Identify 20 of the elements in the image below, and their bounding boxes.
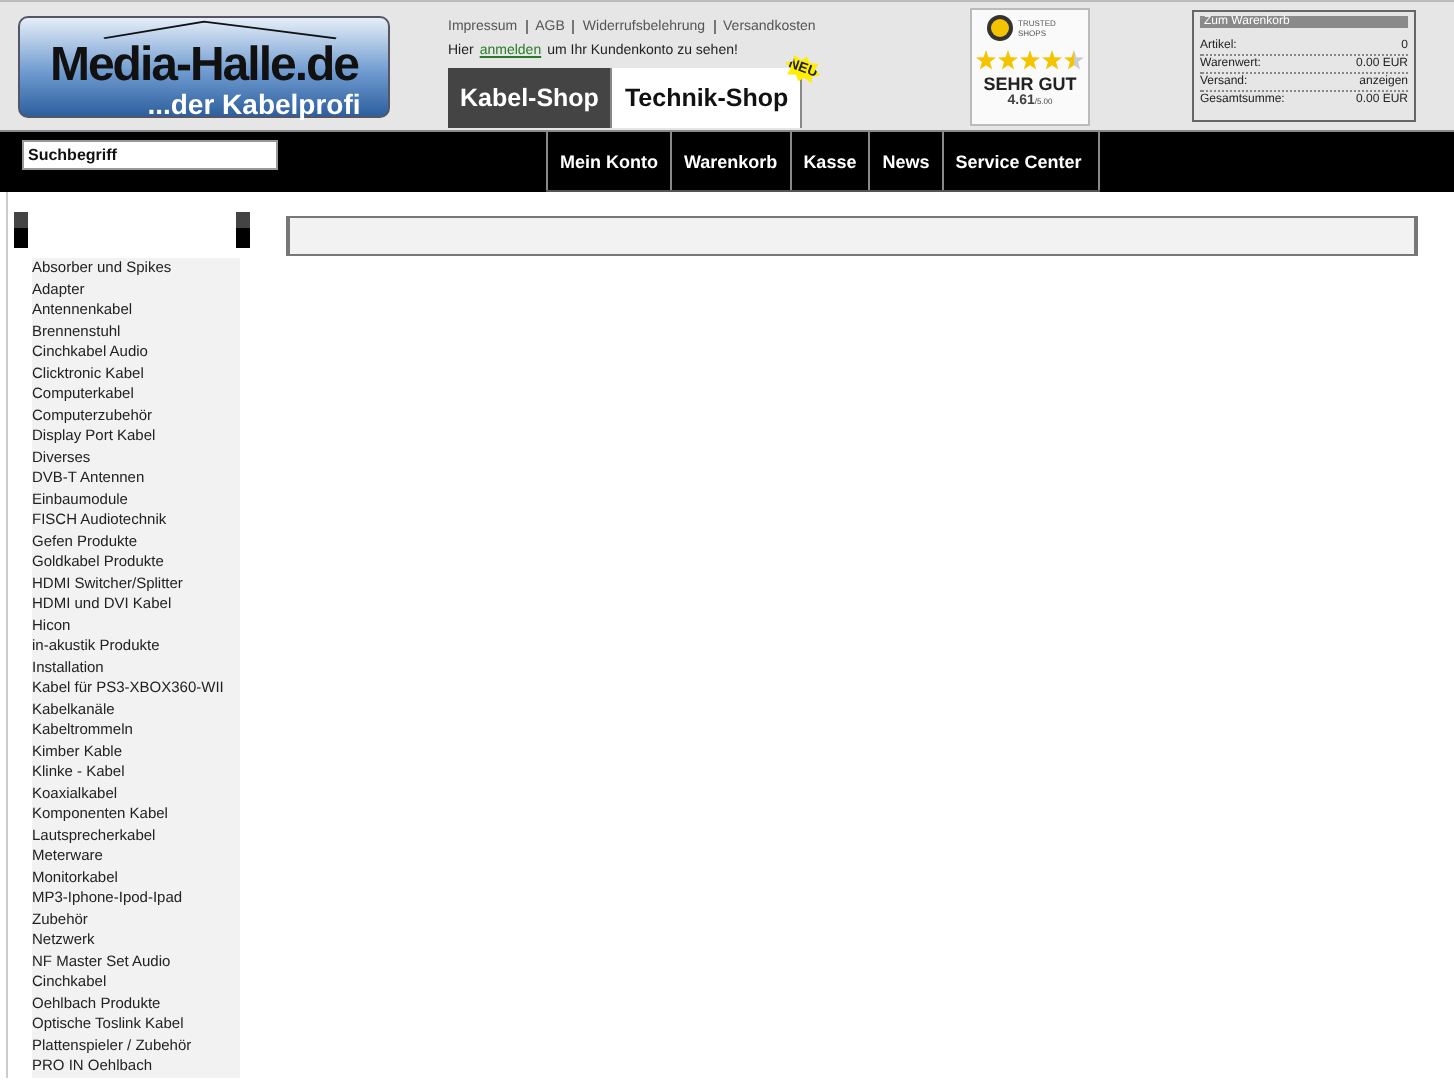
roof-icon — [100, 20, 340, 40]
corner-icon — [236, 212, 250, 248]
seal-icon — [986, 14, 1014, 42]
logo[interactable]: Media-Halle.de ...der Kabelprofi — [18, 16, 390, 118]
star-icon — [1020, 50, 1040, 70]
rating-text: SEHR GUT — [983, 74, 1077, 94]
logo-slogan: ...der Kabelprofi — [147, 90, 361, 120]
nav-item[interactable]: News — [868, 132, 942, 190]
star-icon — [976, 50, 996, 70]
search-field[interactable]: Suchbegriff — [22, 140, 278, 170]
nav-item[interactable]: Mein Konto — [546, 132, 670, 190]
star-icon — [1064, 50, 1084, 70]
nav-item[interactable]: Service Center — [941, 132, 1100, 190]
shop-tab[interactable]: Kabel-Shop — [448, 68, 613, 128]
nav-item[interactable]: Warenkorb — [670, 132, 790, 190]
corner-icon — [14, 212, 28, 248]
star-icon — [998, 50, 1018, 70]
star-icon — [1042, 50, 1062, 70]
nav-item[interactable]: Kasse — [789, 132, 869, 190]
logo-title: Media-Halle.de — [49, 42, 359, 90]
